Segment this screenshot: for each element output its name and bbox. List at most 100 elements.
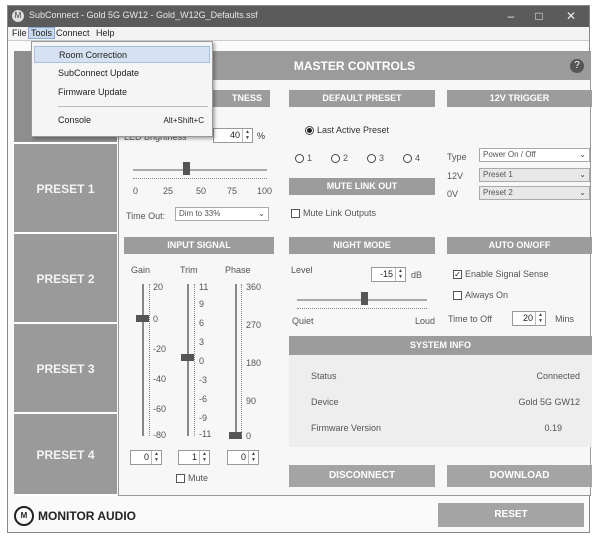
console-shortcut: Alt+Shift+C bbox=[163, 116, 204, 125]
trigger-0v-select[interactable]: Preset 2 ⌄ bbox=[479, 186, 590, 200]
preset-2-button[interactable]: PRESET 2 bbox=[14, 234, 117, 324]
gain-slider-track[interactable] bbox=[142, 284, 144, 436]
menu-item-subconnect-update[interactable]: SubConnect Update bbox=[34, 65, 210, 82]
title-bar: M SubConnect - Gold 5G GW12 - Gold_W12G_… bbox=[8, 6, 589, 27]
night-mode-header: NIGHT MODE bbox=[289, 237, 435, 254]
menu-help[interactable]: Help bbox=[94, 28, 117, 38]
logo-text: MONITOR AUDIO bbox=[38, 509, 136, 523]
default-preset-header: DEFAULT PRESET bbox=[289, 90, 435, 107]
status-label: Status bbox=[311, 371, 337, 381]
phase-slider-track[interactable] bbox=[235, 284, 237, 436]
preset-radio-1[interactable] bbox=[295, 154, 304, 163]
preset-3-button[interactable]: PRESET 3 bbox=[14, 324, 117, 414]
logo-badge-icon: M bbox=[14, 506, 34, 526]
preset-radio-4[interactable] bbox=[403, 154, 412, 163]
trim-scale-minus6: -6 bbox=[199, 394, 208, 404]
loud-label: Loud bbox=[415, 316, 436, 326]
trim-scale-11: 11 bbox=[199, 282, 209, 292]
gain-label: Gain bbox=[131, 265, 151, 275]
chevron-down-icon: ⌄ bbox=[579, 170, 586, 179]
gain-slider-thumb[interactable] bbox=[136, 315, 149, 322]
mute-checkbox[interactable] bbox=[176, 474, 185, 483]
mute-link-outputs-checkbox[interactable] bbox=[291, 209, 300, 218]
menu-file[interactable]: File bbox=[10, 28, 29, 38]
phase-scale-360: 360 bbox=[246, 282, 262, 292]
minimize-button[interactable]: – bbox=[498, 8, 524, 24]
trim-scale-9: 9 bbox=[199, 299, 205, 309]
reset-button[interactable]: RESET bbox=[438, 503, 584, 527]
timeout-select[interactable]: Dim to 33% ⌄ bbox=[175, 207, 269, 221]
menu-connect[interactable]: Connect bbox=[54, 28, 92, 38]
time-to-off-spinner[interactable]: 20 ▲ ▼ bbox=[512, 311, 546, 326]
preset-radio-3[interactable] bbox=[367, 154, 376, 163]
spinner-arrows-icon[interactable]: ▲ ▼ bbox=[242, 129, 252, 142]
led-scale-75: 75 bbox=[227, 186, 238, 196]
led-brightness-slider-thumb[interactable] bbox=[183, 162, 190, 175]
led-brightness-value: 40 bbox=[229, 130, 240, 140]
trim-scale-0: 0 bbox=[199, 356, 205, 366]
preset-1-button[interactable]: PRESET 1 bbox=[14, 144, 117, 234]
last-active-preset-radio[interactable] bbox=[305, 126, 314, 135]
led-brightness-slider-track[interactable] bbox=[133, 169, 267, 171]
quiet-label: Quiet bbox=[292, 316, 314, 326]
gain-scale-minus40: -40 bbox=[153, 374, 167, 384]
menu-item-firmware-update[interactable]: Firmware Update bbox=[34, 84, 210, 101]
app-window: M SubConnect - Gold 5G GW12 - Gold_W12G_… bbox=[7, 5, 592, 533]
status-value: Connected bbox=[536, 371, 580, 381]
night-level-slider-thumb[interactable] bbox=[361, 292, 368, 305]
enable-signal-sense-checkbox[interactable]: ✓ bbox=[453, 270, 462, 279]
time-to-off-unit: Mins bbox=[555, 314, 575, 324]
night-level-spinner[interactable]: -15 ▲ ▼ bbox=[371, 267, 406, 282]
trim-ticks bbox=[194, 284, 198, 436]
spinner-arrows-icon[interactable]: ▲ ▼ bbox=[248, 451, 258, 464]
preset-radio-2[interactable] bbox=[331, 154, 340, 163]
gain-value: 0 bbox=[143, 452, 149, 462]
phase-scale-270: 270 bbox=[246, 320, 262, 330]
spinner-arrows-icon[interactable]: ▲ ▼ bbox=[535, 312, 545, 325]
close-button[interactable]: ✕ bbox=[558, 8, 584, 24]
gain-scale-minus60: -60 bbox=[153, 404, 167, 414]
night-level-unit: dB bbox=[411, 270, 423, 280]
trigger-type-select[interactable]: Power On / Off ⌄ bbox=[479, 148, 590, 162]
always-on-label: Always On bbox=[465, 290, 509, 300]
spinner-arrows-icon[interactable]: ▲ ▼ bbox=[151, 451, 161, 464]
night-level-value: -15 bbox=[379, 269, 393, 279]
help-icon[interactable]: ? bbox=[570, 59, 584, 73]
preset-radio-3-label: 3 bbox=[379, 153, 385, 163]
led-scale-50: 50 bbox=[196, 186, 207, 196]
trim-scale-minus11: -11 bbox=[199, 429, 212, 439]
menu-item-room-correction[interactable]: Room Correction bbox=[34, 46, 210, 63]
trim-slider-thumb[interactable] bbox=[181, 354, 194, 361]
trigger-12v-label: 12V bbox=[447, 171, 464, 181]
gain-scale-minus80: -80 bbox=[153, 430, 167, 440]
disconnect-button[interactable]: DISCONNECT bbox=[289, 465, 435, 487]
night-level-label: Level bbox=[291, 265, 313, 275]
spinner-arrows-icon[interactable]: ▲ ▼ bbox=[199, 451, 209, 464]
firmware-version-label: Firmware Version bbox=[311, 423, 382, 433]
night-level-ticks bbox=[297, 305, 427, 309]
menu-tools[interactable]: Tools bbox=[28, 27, 56, 39]
menu-item-console[interactable]: Console Alt+Shift+C bbox=[34, 112, 210, 129]
always-on-checkbox[interactable] bbox=[453, 291, 462, 300]
trim-label: Trim bbox=[180, 265, 198, 275]
mute-link-out-header: MUTE LINK OUT bbox=[289, 178, 435, 195]
trigger-12v-select[interactable]: Preset 1 ⌄ bbox=[479, 168, 590, 182]
trim-scale-6: 6 bbox=[199, 318, 205, 328]
phase-spinner[interactable]: 0 ▲ ▼ bbox=[227, 450, 259, 465]
gain-spinner[interactable]: 0 ▲ ▼ bbox=[130, 450, 162, 465]
system-info-panel: Status Connected Device Gold 5G GW12 Fir… bbox=[289, 355, 592, 447]
led-brightness-spinner[interactable]: 40 ▲ ▼ bbox=[213, 128, 253, 143]
preset-4-button[interactable]: PRESET 4 bbox=[14, 414, 117, 496]
trim-spinner[interactable]: 1 ▲ ▼ bbox=[178, 450, 210, 465]
maximize-button[interactable]: □ bbox=[526, 8, 552, 24]
trigger-0v-value: Preset 2 bbox=[483, 188, 513, 197]
preset-radio-2-label: 2 bbox=[343, 153, 349, 163]
trigger-type-label: Type bbox=[447, 152, 467, 162]
menu-bar: File Tools Connect Help bbox=[8, 27, 589, 41]
download-button[interactable]: DOWNLOAD bbox=[447, 465, 592, 487]
spinner-arrows-icon[interactable]: ▲ ▼ bbox=[395, 268, 405, 281]
phase-value: 0 bbox=[240, 452, 246, 462]
timeout-value: Dim to 33% bbox=[179, 209, 221, 218]
time-to-off-label: Time to Off bbox=[448, 314, 493, 324]
led-scale-0: 0 bbox=[133, 186, 139, 196]
